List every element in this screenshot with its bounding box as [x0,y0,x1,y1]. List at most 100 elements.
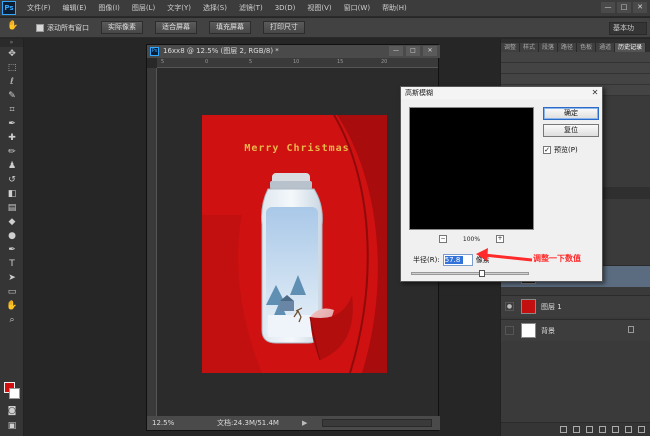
maximize-button[interactable]: □ [617,2,631,13]
print-size-button[interactable]: 打印尺寸 [263,21,305,34]
actual-pixels-button[interactable]: 实际像素 [101,21,143,34]
background-color-swatch[interactable] [9,388,20,399]
zoom-readout[interactable]: 12.5% [152,416,174,430]
marquee-tool-icon[interactable]: ⬚ [0,61,24,75]
ruler-tick: 20 [381,59,388,65]
eyedropper-tool-icon[interactable]: ✒ [0,117,24,131]
brush-tool-icon[interactable]: ✏ [0,145,24,159]
doc-minimize-button[interactable]: — [389,46,403,56]
dialog-close-icon[interactable]: ✕ [590,88,600,98]
document-title: 16xx8 @ 12.5% (图层 2, RGB/8) * [163,47,279,55]
menu-image[interactable]: 图像(I) [92,3,126,13]
layer-name: 背景 [541,327,555,335]
path-select-tool-icon[interactable]: ➤ [0,271,24,285]
tab-adjustments[interactable]: 调整 [501,43,521,52]
workspace-select[interactable]: 基本功 [609,22,647,35]
tab-channels[interactable]: 通道 [596,43,616,52]
hand-tool-icon[interactable]: ✋ [0,299,24,313]
history-item[interactable] [501,52,650,63]
scroll-all-checkbox[interactable] [36,23,44,32]
preview-zoom-row: − 100% + [439,235,504,244]
fit-screen-button[interactable]: 适合屏幕 [155,21,197,34]
doc-maximize-button[interactable]: □ [406,46,420,56]
quick-mask-icon[interactable]: ◙ [0,404,24,418]
add-mask-icon[interactable] [586,426,593,433]
slider-thumb[interactable] [479,270,486,277]
ok-button[interactable]: 确定 [543,107,599,120]
tab-paths[interactable]: 路径 [558,43,578,52]
hand-tool-icon[interactable]: ✋ [4,21,22,35]
layer-row[interactable]: ● 图层 1 [501,295,650,317]
layer-name: 图层 1 [541,303,562,311]
menu-window[interactable]: 窗口(W) [338,3,376,13]
blur-tool-icon[interactable]: ◆ [0,215,24,229]
menu-file[interactable]: 文件(F) [21,3,57,13]
history-brush-icon[interactable]: ↺ [0,173,24,187]
document-ps-icon: Ps [150,47,159,56]
pen-tool-icon[interactable]: ✒ [0,243,24,257]
menu-bar: Ps 文件(F) 编辑(E) 图像(I) 图层(L) 文字(Y) 选择(S) 滤… [0,0,650,17]
menu-type[interactable]: 文字(Y) [161,3,197,13]
history-item[interactable] [501,63,650,74]
link-layers-icon[interactable] [560,426,567,433]
tab-swatches[interactable]: 色板 [577,43,597,52]
quick-select-tool-icon[interactable]: ✎ [0,89,24,103]
menu-view[interactable]: 视图(V) [301,3,337,13]
eraser-tool-icon[interactable]: ◧ [0,187,24,201]
zoom-in-icon[interactable]: + [496,235,504,243]
menu-edit[interactable]: 编辑(E) [57,3,93,13]
trash-icon[interactable] [638,426,645,433]
blur-preview[interactable] [409,107,534,230]
lasso-tool-icon[interactable]: ℓ [0,75,24,89]
canvas-area[interactable]: Merry Christmas [157,68,438,416]
tab-history[interactable]: 历史记录 [615,43,647,52]
dodge-tool-icon[interactable]: ● [0,229,24,243]
photoshop-logo: Ps [2,1,16,15]
reset-button[interactable]: 复位 [543,124,599,137]
stamp-tool-icon[interactable]: ♟ [0,159,24,173]
artboard[interactable]: Merry Christmas [202,115,387,373]
fill-screen-button[interactable]: 填充屏幕 [209,21,251,34]
visibility-eye-icon[interactable] [505,326,514,335]
history-item[interactable] [501,74,650,85]
move-tool-icon[interactable]: ✥ [0,47,24,61]
radius-label: 半径(R): [413,256,440,264]
status-menu-arrow-icon[interactable]: ▶ [302,416,307,430]
group-icon[interactable] [612,426,619,433]
crop-tool-icon[interactable]: ⌗ [0,103,24,117]
radius-slider[interactable] [411,270,529,277]
preview-checkbox[interactable]: ✓ 预览(P) [543,145,578,155]
new-layer-icon[interactable] [625,426,632,433]
visibility-eye-icon[interactable]: ● [505,302,514,311]
horizontal-scrollbar[interactable] [322,419,432,427]
gradient-tool-icon[interactable]: ▤ [0,201,24,215]
radius-input[interactable]: 57.8 [442,254,473,266]
tab-paragraph[interactable]: 段落 [539,43,559,52]
menu-layer[interactable]: 图层(L) [126,3,161,13]
menu-help[interactable]: 帮助(H) [376,3,413,13]
annotation-arrow-icon [476,248,533,262]
document-tab[interactable]: Ps 16xx8 @ 12.5% (图层 2, RGB/8) * — □ ✕ [147,45,440,58]
toolbox-grip-icon[interactable]: » [0,39,23,47]
doc-close-button[interactable]: ✕ [423,46,437,56]
fx-icon[interactable] [573,426,580,433]
tab-styles[interactable]: 样式 [520,43,540,52]
type-tool-icon[interactable]: T [0,257,24,271]
menu-select[interactable]: 选择(S) [197,3,233,13]
zoom-tool-icon[interactable]: ⌕ [0,313,24,327]
adjustment-layer-icon[interactable] [599,426,606,433]
document-window-controls: — □ ✕ [389,46,437,56]
healing-tool-icon[interactable]: ✚ [0,131,24,145]
menu-filter[interactable]: 滤镜(T) [233,3,269,13]
layer-thumbnail [521,299,536,314]
checkmark-icon[interactable]: ✓ [543,146,551,154]
options-bar: ✋ 滚动所有窗口 实际像素 适合屏幕 填充屏幕 打印尺寸 [0,18,650,38]
zoom-out-icon[interactable]: − [439,235,447,243]
shape-tool-icon[interactable]: ▭ [0,285,24,299]
menu-3d[interactable]: 3D(D) [269,4,302,12]
minimize-button[interactable]: — [601,2,615,13]
close-button[interactable]: ✕ [633,2,647,13]
layers-footer [501,422,650,436]
layer-row[interactable]: 背景 [501,319,650,341]
screen-mode-icon[interactable]: ▣ [0,419,24,433]
